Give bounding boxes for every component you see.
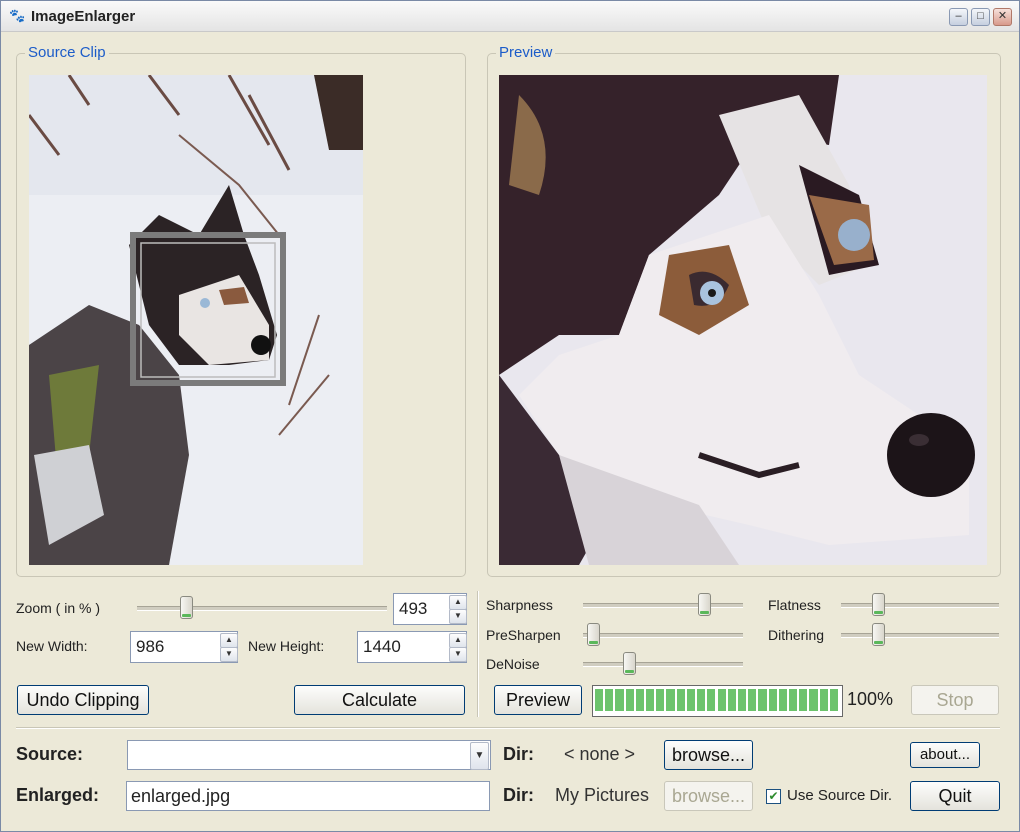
denoise-label: DeNoise bbox=[486, 656, 540, 672]
source-label: Source: bbox=[16, 744, 84, 764]
source-dir-value: < none > bbox=[564, 744, 636, 764]
zoom-label: Zoom ( in % ) bbox=[16, 600, 101, 616]
calculate-button[interactable]: Calculate bbox=[294, 685, 465, 715]
window-title: ImageEnlarger bbox=[31, 8, 136, 25]
presharpen-slider-track[interactable] bbox=[583, 633, 743, 638]
progress-segment bbox=[788, 689, 798, 711]
dog-icon: 🐾 bbox=[9, 8, 26, 23]
source-dir-label: Dir: bbox=[503, 744, 534, 764]
new-width-stepper[interactable]: ▲▼ bbox=[130, 631, 238, 663]
progress-segment bbox=[758, 689, 767, 711]
progress-segment bbox=[676, 689, 685, 711]
undo-clipping-button[interactable]: Undo Clipping bbox=[17, 685, 149, 715]
maximize-icon[interactable]: □ bbox=[971, 8, 990, 26]
browse-enlarged-button[interactable]: browse... bbox=[664, 781, 753, 811]
dithering-label: Dithering bbox=[768, 627, 825, 643]
progress-segment bbox=[625, 689, 634, 711]
preview-image bbox=[499, 75, 987, 565]
progress-segment bbox=[748, 689, 757, 711]
progress-segment bbox=[646, 689, 655, 711]
progress-percent: 100% bbox=[847, 689, 894, 709]
progress-segment bbox=[656, 689, 665, 711]
progress-segment bbox=[697, 689, 706, 711]
enlarged-filename-input[interactable] bbox=[126, 781, 490, 811]
height-down-icon[interactable]: ▼ bbox=[449, 647, 467, 662]
progress-segment bbox=[819, 689, 828, 711]
enlarged-dir-value: My Pictures bbox=[555, 785, 650, 805]
zoom-input[interactable] bbox=[394, 594, 456, 624]
preview-button[interactable]: Preview bbox=[494, 685, 582, 715]
progress-bar bbox=[592, 685, 843, 717]
presharpen-label: PreSharpen bbox=[486, 627, 561, 643]
progress-segment bbox=[799, 689, 808, 711]
progress-segment bbox=[615, 689, 624, 711]
progress-segment bbox=[686, 689, 696, 711]
progress-segment bbox=[605, 689, 614, 711]
browse-source-button[interactable]: browse... bbox=[664, 740, 753, 770]
progress-segment bbox=[635, 689, 645, 711]
progress-segment bbox=[768, 689, 777, 711]
flatness-slider-track[interactable] bbox=[841, 603, 999, 608]
source-image[interactable] bbox=[29, 75, 363, 565]
denoise-slider-thumb[interactable] bbox=[622, 652, 636, 675]
new-height-stepper[interactable]: ▲▼ bbox=[357, 631, 467, 663]
progress-segment bbox=[666, 689, 675, 711]
width-down-icon[interactable]: ▼ bbox=[220, 647, 238, 662]
progress-segment bbox=[809, 689, 818, 711]
new-width-input[interactable] bbox=[131, 632, 225, 662]
zoom-slider-thumb[interactable] bbox=[179, 596, 193, 619]
use-source-dir-label: Use Source Dir. bbox=[787, 787, 893, 804]
progress-segment bbox=[737, 689, 747, 711]
preview-image-svg bbox=[499, 75, 987, 565]
about-button[interactable]: about... bbox=[910, 742, 980, 768]
enlarged-dir-label: Dir: bbox=[503, 785, 534, 805]
presharpen-slider-thumb[interactable] bbox=[587, 623, 601, 646]
progress-segment bbox=[829, 689, 838, 711]
quit-button[interactable]: Quit bbox=[910, 781, 1000, 811]
denoise-slider-track[interactable] bbox=[583, 662, 743, 667]
flatness-slider-thumb[interactable] bbox=[871, 593, 885, 616]
new-width-label: New Width: bbox=[16, 638, 88, 654]
close-icon[interactable]: ✕ bbox=[993, 8, 1012, 26]
enlarged-label: Enlarged: bbox=[16, 785, 100, 805]
use-source-dir-checkbox[interactable]: ✔ bbox=[766, 789, 781, 804]
progress-segment bbox=[707, 689, 716, 711]
stop-button[interactable]: Stop bbox=[911, 685, 999, 715]
new-height-input[interactable] bbox=[358, 632, 454, 662]
preview-title: Preview bbox=[496, 44, 556, 61]
zoom-slider-track[interactable] bbox=[137, 606, 387, 611]
dithering-slider-thumb[interactable] bbox=[871, 623, 885, 646]
title-bar[interactable]: 🐾 ImageEnlarger – □ ✕ bbox=[1, 1, 1019, 32]
dithering-slider-track[interactable] bbox=[841, 633, 999, 638]
bottom-divider bbox=[16, 727, 1000, 729]
flatness-label: Flatness bbox=[768, 597, 821, 613]
source-image-svg bbox=[29, 75, 363, 565]
source-clip-title: Source Clip bbox=[25, 44, 109, 61]
progress-segment bbox=[778, 689, 787, 711]
chevron-down-icon[interactable]: ▼ bbox=[470, 742, 489, 770]
new-height-label: New Height: bbox=[248, 638, 325, 654]
zoom-up-icon[interactable]: ▲ bbox=[449, 595, 467, 610]
app-window: 🐾 ImageEnlarger – □ ✕ Source Clip Previe… bbox=[0, 0, 1020, 832]
width-up-icon[interactable]: ▲ bbox=[220, 633, 238, 648]
progress-segment bbox=[727, 689, 736, 711]
minimize-icon[interactable]: – bbox=[949, 8, 968, 26]
sharpness-slider-track[interactable] bbox=[583, 603, 743, 608]
progress-segment bbox=[717, 689, 726, 711]
source-combo[interactable]: ▼ bbox=[127, 740, 491, 770]
zoom-stepper[interactable]: ▲▼ bbox=[393, 593, 467, 625]
sharpness-slider-thumb[interactable] bbox=[698, 593, 712, 616]
progress-segment bbox=[595, 689, 604, 711]
controls-divider bbox=[477, 591, 479, 717]
zoom-down-icon[interactable]: ▼ bbox=[449, 609, 467, 624]
sharpness-label: Sharpness bbox=[486, 597, 553, 613]
height-up-icon[interactable]: ▲ bbox=[449, 633, 467, 648]
